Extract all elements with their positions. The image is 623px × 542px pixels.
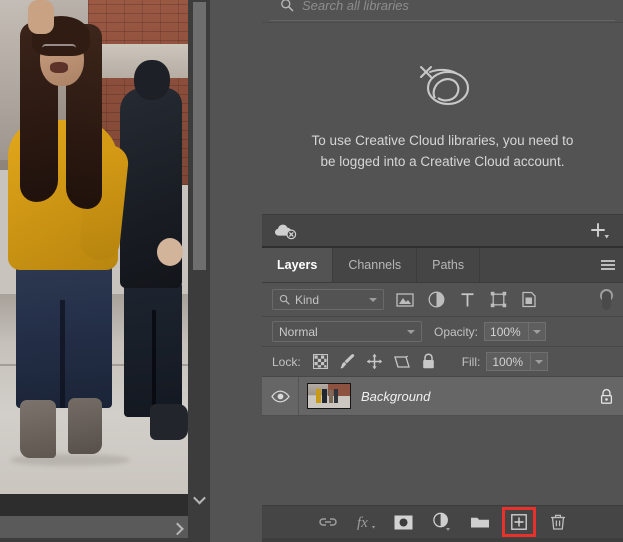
libraries-search-bar[interactable]	[262, 0, 623, 20]
trash-icon	[550, 514, 565, 530]
svg-text:fx: fx	[357, 515, 368, 531]
lock-position-icon[interactable]	[365, 352, 385, 372]
eye-icon	[270, 390, 290, 402]
layer-name-label[interactable]: Background	[361, 389, 589, 404]
link-layers-button[interactable]	[314, 510, 342, 534]
creative-cloud-offline-icon	[419, 66, 469, 106]
scroll-down-button[interactable]	[193, 488, 206, 510]
fx-icon: fx	[357, 515, 375, 531]
layer-list[interactable]: Background	[262, 377, 623, 469]
blend-mode-select[interactable]: Normal	[272, 321, 422, 342]
blend-mode-row: Normal Opacity: 100%	[262, 317, 623, 347]
document-canvas[interactable]	[0, 0, 188, 494]
mask-icon	[394, 515, 413, 529]
canvas-bottom-edge	[0, 538, 210, 542]
layer-visibility-toggle[interactable]	[262, 390, 298, 403]
search-underline	[270, 20, 615, 21]
delete-layer-button[interactable]	[544, 510, 572, 534]
lock-row: Lock: Fill: 100%	[262, 347, 623, 377]
blend-mode-value: Normal	[279, 324, 318, 339]
smart-object-filter-icon[interactable]	[519, 290, 539, 310]
link-icon	[318, 518, 337, 526]
tab-channels-label: Channels	[348, 258, 402, 272]
panel-menu-button[interactable]	[593, 248, 623, 282]
lock-icon	[600, 388, 612, 404]
libraries-search-input[interactable]	[302, 0, 602, 13]
layers-panel-tabs: Layers Channels Paths	[262, 248, 623, 283]
chevron-down-icon	[369, 297, 377, 302]
adjustment-layer-filter-icon[interactable]	[426, 290, 446, 310]
right-panel-stack: To use Creative Cloud libraries, you nee…	[262, 0, 623, 542]
canvas-vertical-scrollbar-thumb[interactable]	[193, 2, 206, 270]
chevron-down-icon	[533, 329, 542, 334]
fill-stepper[interactable]	[530, 352, 549, 371]
lock-all-icon[interactable]	[419, 352, 439, 372]
layer-list-empty-area[interactable]	[262, 416, 623, 469]
chevron-down-icon	[407, 329, 415, 334]
chevron-down-icon	[193, 491, 206, 504]
plus-dropdown-icon	[591, 222, 609, 239]
scroll-right-button[interactable]	[165, 516, 189, 538]
canvas-horizontal-scroll-track[interactable]	[0, 494, 188, 516]
opacity-value[interactable]: 100%	[484, 322, 529, 341]
libraries-panel-footer	[262, 214, 623, 246]
hamburger-menu-icon	[601, 258, 615, 273]
opacity-stepper[interactable]	[528, 322, 547, 341]
tab-paths-label: Paths	[432, 258, 465, 272]
opacity-field[interactable]: 100%	[484, 322, 547, 341]
lock-artboard-nesting-icon[interactable]	[392, 352, 412, 372]
tab-channels[interactable]: Channels	[333, 248, 418, 282]
chevron-down-icon	[535, 359, 544, 364]
tab-layers-label: Layers	[277, 258, 318, 272]
document-canvas-area[interactable]	[0, 0, 210, 542]
lock-image-pixels-icon[interactable]	[338, 352, 358, 372]
shape-layer-filter-icon[interactable]	[488, 290, 508, 310]
tab-paths[interactable]: Paths	[417, 248, 481, 282]
folder-icon	[470, 517, 489, 528]
libraries-empty-state: To use Creative Cloud libraries, you nee…	[262, 22, 623, 215]
new-adjustment-layer-button[interactable]	[428, 510, 456, 534]
fill-field[interactable]: 100%	[486, 352, 549, 371]
search-icon	[279, 294, 290, 305]
layer-thumbnail[interactable]	[307, 383, 351, 409]
opacity-label: Opacity:	[434, 324, 479, 339]
libraries-panel: To use Creative Cloud libraries, you nee…	[262, 0, 623, 248]
layers-panel: Layers Channels Paths Kind Normal Opacit…	[262, 248, 623, 542]
layers-panel-bottom-edge	[262, 538, 623, 542]
filter-toggle-switch[interactable]	[599, 288, 613, 311]
fill-label: Fill:	[461, 354, 481, 369]
layer-style-button[interactable]: fx	[352, 510, 380, 534]
layer-locked-indicator[interactable]	[589, 388, 623, 405]
photoshop-window: To use Creative Cloud libraries, you nee…	[0, 0, 623, 542]
search-icon	[281, 0, 294, 12]
table-row[interactable]: Background	[262, 377, 623, 416]
canvas-photo	[0, 0, 188, 494]
adjustment-circle-icon	[432, 512, 450, 531]
new-group-button[interactable]	[466, 510, 494, 534]
libraries-empty-message: To use Creative Cloud libraries, you nee…	[311, 133, 574, 169]
type-layer-filter-icon[interactable]	[457, 290, 477, 310]
filter-kind-label: Kind	[295, 292, 320, 307]
panel-gutter	[210, 0, 464, 542]
canvas-horizontal-scrollbar-thumb[interactable]	[0, 516, 188, 538]
new-layer-button[interactable]	[501, 507, 536, 537]
chevron-right-icon	[170, 522, 184, 535]
plus-square-icon	[510, 514, 527, 530]
lock-label: Lock:	[272, 354, 301, 369]
add-layer-mask-button[interactable]	[390, 510, 418, 534]
pixel-layer-filter-icon[interactable]	[395, 290, 415, 310]
fill-value[interactable]: 100%	[486, 352, 531, 371]
layer-row-divider	[298, 377, 299, 415]
cloud-sync-status-button[interactable]	[274, 222, 298, 240]
add-library-button[interactable]	[589, 221, 611, 241]
filter-kind-select[interactable]: Kind	[272, 289, 384, 310]
layer-filter-row: Kind	[262, 283, 623, 317]
lock-transparent-pixels-icon[interactable]	[311, 352, 331, 372]
tab-layers[interactable]: Layers	[262, 248, 334, 282]
cloud-offline-icon	[275, 224, 297, 239]
layers-panel-footer: fx	[262, 505, 623, 538]
